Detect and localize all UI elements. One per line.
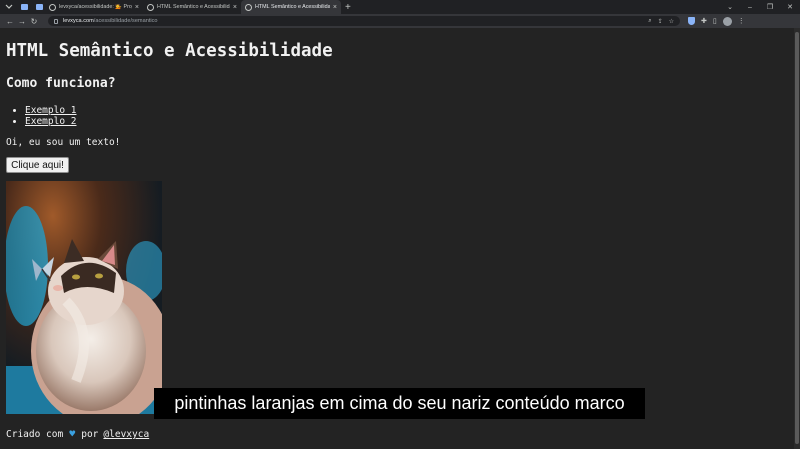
footer-text: Criado com [6, 429, 64, 440]
back-icon[interactable]: ← [4, 17, 16, 26]
sample-text: Oi, eu sou um texto! [6, 137, 121, 148]
heart-icon: ♥ [69, 429, 76, 440]
window-controls: ⌄ – ❐ ✕ [720, 0, 800, 14]
new-tab-button[interactable]: + [345, 2, 351, 13]
tab-title: HTML Semântico e Acessibilidade [157, 4, 230, 10]
close-window-button[interactable]: ✕ [780, 3, 800, 11]
tab-title: levxyca/acessibilidade: 💁 Proje [59, 4, 132, 10]
author-link[interactable]: @levxyca [103, 429, 149, 440]
page-footer: Criado com ♥ por @levxyca [6, 429, 149, 440]
browser-toolbar: ← → ↻ levxyca.com/acessibilidade/semanti… [0, 14, 800, 28]
profile-avatar[interactable] [722, 16, 732, 26]
list-item: Exemplo 2 [25, 116, 76, 127]
share-icon[interactable]: ⇪ [658, 18, 663, 25]
tab-html-semantico-1[interactable]: HTML Semântico e Acessibilidade × [143, 0, 241, 14]
example-1-link[interactable]: Exemplo 1 [25, 105, 76, 116]
address-bar[interactable]: levxyca.com/acessibilidade/semantico ⌕ ⇪… [48, 16, 680, 26]
tab-list-icon[interactable]: ⌄ [720, 3, 740, 11]
close-icon[interactable]: × [233, 4, 237, 11]
globe-icon [147, 3, 154, 11]
zoom-icon[interactable]: ⌕ [648, 18, 651, 25]
tab-search-icon[interactable] [3, 1, 15, 13]
cat-image [6, 181, 162, 414]
bookmark-app-icon[interactable] [33, 1, 45, 13]
page-viewport: HTML Semântico e Acessibilidade Como fun… [0, 28, 794, 449]
tab-strip: levxyca/acessibilidade: 💁 Proje × HTML S… [0, 0, 800, 14]
page-title: HTML Semântico e Acessibilidade [6, 41, 333, 61]
scrollbar[interactable] [794, 28, 800, 449]
lock-icon[interactable] [54, 18, 58, 24]
list-item: Exemplo 1 [25, 105, 76, 116]
puzzle-icon[interactable]: ✚ [701, 17, 707, 25]
extensions-area: ✚ ▯ ⋮ [688, 16, 745, 26]
reload-icon[interactable]: ↻ [28, 17, 40, 26]
github-icon [49, 3, 56, 11]
folder-icon[interactable] [18, 1, 30, 13]
url-path: /acessibilidade/semantico [93, 18, 158, 24]
scrollbar-thumb[interactable] [795, 32, 799, 444]
close-icon[interactable]: × [333, 4, 337, 11]
example-links: Exemplo 1 Exemplo 2 [25, 105, 76, 127]
tab-github-repo[interactable]: levxyca/acessibilidade: 💁 Proje × [45, 0, 143, 14]
shield-icon[interactable] [688, 17, 695, 25]
tab-html-semantico-active[interactable]: HTML Semântico e Acessibilidade × [241, 0, 341, 14]
star-icon[interactable]: ☆ [669, 18, 674, 25]
forward-icon[interactable]: → [16, 17, 28, 26]
restore-button[interactable]: ❐ [760, 3, 780, 11]
click-here-button[interactable]: Clique aqui! [6, 157, 69, 173]
minimize-button[interactable]: – [740, 4, 760, 11]
menu-icon[interactable]: ⋮ [738, 17, 745, 25]
footer-text-by: por [81, 429, 99, 440]
sidepanel-icon[interactable]: ▯ [713, 17, 717, 25]
close-icon[interactable]: × [135, 4, 139, 11]
video-caption: pintinhas laranjas em cima do seu nariz … [154, 388, 645, 419]
section-heading: Como funciona? [6, 76, 116, 91]
tab-title: HTML Semântico e Acessibilidade [255, 4, 330, 10]
example-2-link[interactable]: Exemplo 2 [25, 116, 76, 127]
url-host: levxyca.com [63, 18, 94, 24]
globe-icon [245, 3, 252, 11]
